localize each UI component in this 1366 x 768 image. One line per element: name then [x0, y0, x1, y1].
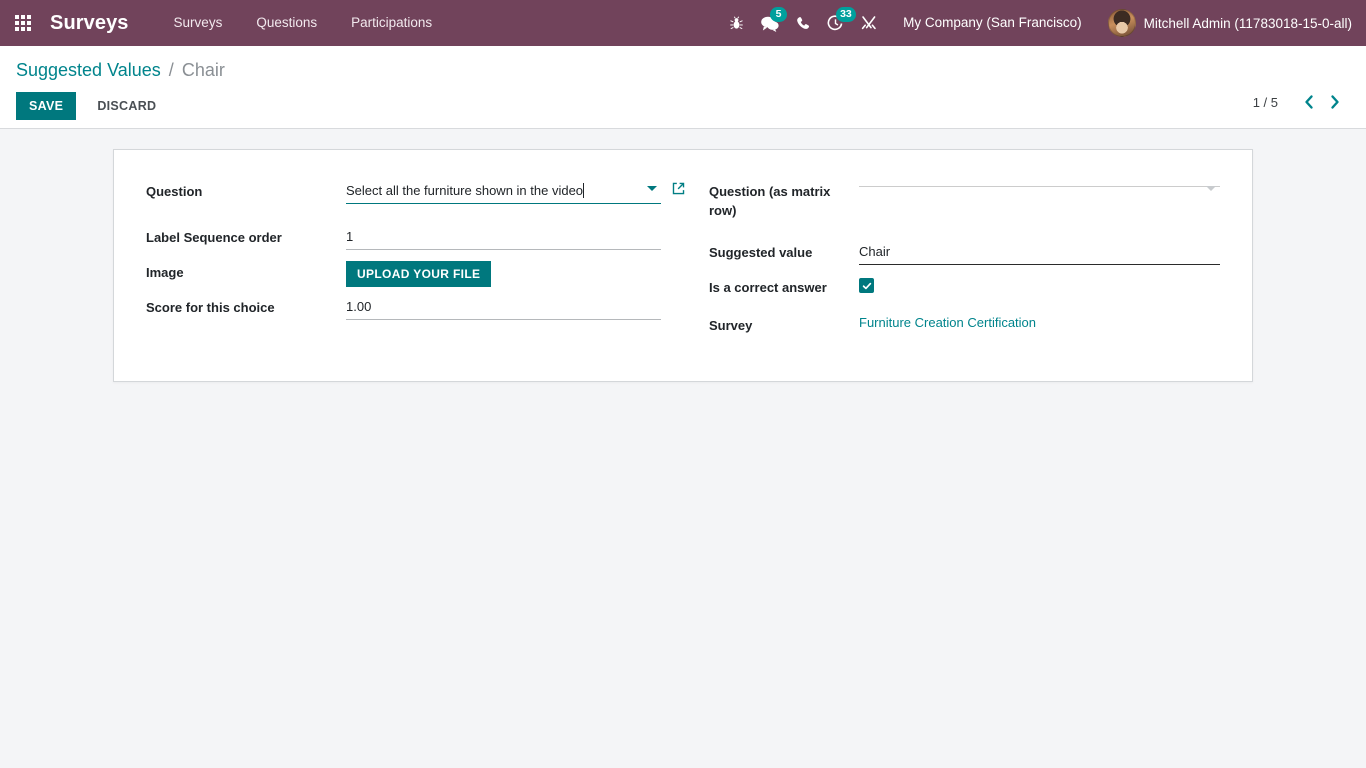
question-input-text: Select all the furniture shown in the vi… [346, 183, 584, 198]
apps-menu-button[interactable] [0, 0, 46, 46]
pager-next-button[interactable] [1322, 90, 1348, 114]
main-menu: Surveys Questions Participations [157, 0, 450, 46]
discard-button[interactable]: DISCARD [84, 92, 169, 120]
field-label-sequence-order-value: 1 [346, 226, 661, 250]
check-icon [862, 282, 871, 289]
field-question-matrix-row-value [859, 180, 1220, 191]
tools-button[interactable] [852, 0, 885, 46]
field-question-matrix-row-label: Question (as matrix row) [709, 184, 831, 218]
phone-button[interactable] [786, 0, 819, 46]
activities-button[interactable]: 33 [819, 0, 856, 46]
field-image-label: Image [146, 265, 184, 280]
field-image: Image UPLOAD YOUR FILE [146, 261, 661, 287]
menu-item-surveys[interactable]: Surveys [157, 0, 240, 46]
score-input[interactable]: 1.00 [346, 296, 661, 320]
field-question: Question Select all the furniture shown … [146, 180, 685, 206]
control-panel: Suggested Values / Chair SAVE DISCARD 1 … [0, 46, 1366, 129]
debug-bug-button[interactable] [720, 0, 753, 46]
user-name-label: Mitchell Admin (11783018-15-0-all) [1143, 15, 1352, 31]
tools-icon [861, 16, 876, 30]
pager: 1 / 5 [1253, 90, 1348, 114]
upload-your-file-button[interactable]: UPLOAD YOUR FILE [346, 261, 492, 287]
avatar [1107, 9, 1136, 37]
field-suggested-value-label: Suggested value [709, 245, 813, 260]
menu-item-questions[interactable]: Questions [239, 0, 334, 46]
pager-count: 1 / 5 [1252, 94, 1278, 110]
form-groups: Question Select all the furniture shown … [146, 180, 1220, 349]
field-score-label: Score for this choice [146, 300, 275, 315]
field-label-sequence-order-label: Label Sequence order [146, 230, 282, 245]
field-image-value: UPLOAD YOUR FILE [346, 261, 661, 287]
field-survey: Survey Furniture Creation Certification [709, 314, 1220, 340]
messages-button[interactable]: 5 [753, 0, 788, 46]
survey-link[interactable]: Furniture Creation Certification [859, 315, 1036, 330]
field-survey-value: Furniture Creation Certification [859, 314, 1220, 331]
apps-grid-icon [15, 15, 31, 31]
text-cursor [583, 183, 585, 198]
save-button[interactable]: SAVE [16, 92, 77, 120]
top-navbar: Surveys Surveys Questions Participations… [0, 0, 1366, 46]
user-menu[interactable]: Mitchell Admin (11783018-15-0-all) [1096, 9, 1354, 37]
control-panel-buttons: SAVE DISCARD [16, 92, 1350, 120]
suggested-value-input[interactable]: Chair [859, 241, 1220, 265]
field-is-a-correct-answer: Is a correct answer [709, 276, 1220, 302]
chevron-down-icon[interactable] [1206, 186, 1216, 191]
pager-previous-button[interactable] [1296, 90, 1322, 114]
sequence-order-input[interactable]: 1 [346, 226, 661, 250]
chevron-down-icon[interactable] [647, 186, 657, 191]
menu-item-participations[interactable]: Participations [334, 0, 449, 46]
external-link-icon [672, 182, 685, 195]
field-survey-label: Survey [709, 318, 753, 333]
chevron-left-icon [1305, 95, 1313, 109]
question-input[interactable]: Select all the furniture shown in the vi… [346, 180, 661, 204]
phone-icon [796, 16, 809, 29]
field-score-for-this-choice: Score for this choice 1.00 [146, 296, 661, 322]
app-brand-surveys[interactable]: Surveys [46, 12, 135, 35]
breadcrumb-root-link[interactable]: Suggested Values [16, 60, 161, 80]
field-label-sequence-order: Label Sequence order 1 [146, 226, 661, 252]
is-correct-answer-checkbox[interactable] [859, 278, 874, 293]
breadcrumb: Suggested Values / Chair [16, 58, 1350, 82]
navbar-right-tools: 5 33 My Company (San Francisco) Mitchell… [720, 0, 1354, 46]
bug-icon [730, 15, 743, 29]
question-matrix-row-input[interactable] [859, 180, 1220, 191]
field-is-a-correct-answer-label: Is a correct answer [709, 280, 827, 295]
open-question-record-button[interactable] [672, 182, 685, 198]
form-sheet-wrapper: Question Select all the furniture shown … [0, 129, 1366, 382]
form-sheet: Question Select all the furniture shown … [113, 149, 1253, 382]
field-suggested-value: Suggested value Chair [709, 241, 1220, 267]
field-score-value: 1.00 [346, 296, 661, 320]
form-group-right: Question (as matrix row) Suggested value… [683, 180, 1220, 349]
company-switcher[interactable]: My Company (San Francisco) [885, 0, 1096, 46]
field-suggested-value-value: Chair [859, 241, 1220, 265]
field-is-a-correct-answer-value [859, 276, 1220, 294]
breadcrumb-separator: / [168, 60, 174, 80]
field-question-label: Question [146, 184, 203, 199]
form-group-left: Question Select all the furniture shown … [146, 180, 685, 349]
breadcrumb-current: Chair [181, 60, 225, 80]
messages-badge: 5 [770, 7, 788, 22]
field-question-value: Select all the furniture shown in the vi… [346, 180, 685, 204]
field-question-matrix-row: Question (as matrix row) [709, 180, 1220, 220]
chevron-right-icon [1331, 95, 1339, 109]
